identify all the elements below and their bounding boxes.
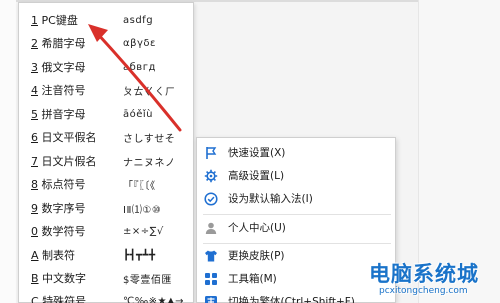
item-number: 0 [31,225,38,238]
menu-item-label: 设为默认输入法(I) [228,193,313,205]
item-label: 标点符号 [41,178,86,191]
item-sample: āóěǐù [123,108,154,120]
menu-item-label: 更换皮肤(P) [228,250,285,262]
menu-item-personal-center[interactable]: 个人中心(U) [197,216,397,239]
item-sample: ナニヌネノ [123,157,176,169]
item-number: A [31,249,39,262]
item-label: 特殊符号 [42,295,87,303]
item-label: 注音符号 [41,84,86,97]
soft-keyboard-item-math[interactable]: 0 数学符号 ±×÷∑√ [19,219,195,243]
item-number: 2 [31,37,38,50]
item-number: 5 [31,108,38,121]
item-number: 3 [31,61,38,74]
item-number: 8 [31,178,38,191]
item-label: PC键盘 [41,14,78,27]
item-label: 数学符号 [41,225,86,238]
toolbox-icon [205,273,217,285]
window-left-margin [0,0,16,303]
item-sample: ┣┫┳┻╋ [123,249,156,261]
item-label: 制表符 [42,249,76,262]
item-label: 日文平假名 [41,131,97,144]
item-sample: αβγδε [123,37,156,49]
soft-keyboard-item-greek[interactable]: 2 希腊字母 αβγδε [19,31,195,55]
item-label: 希腊字母 [41,37,86,50]
item-number: 7 [31,155,38,168]
item-label: 日文片假名 [41,155,97,168]
item-label: 俄文字母 [41,61,86,74]
site-watermark: 电脑系统城 pcxitongcheng.com [357,250,500,303]
item-sample: asdfg [123,14,154,26]
gear-icon [204,169,218,183]
item-label: 数字序号 [41,202,86,215]
menu-item-quick-settings[interactable]: 快速设置(X) [197,141,397,164]
watermark-title: 电脑系统城 [369,262,479,286]
user-icon [205,222,217,234]
soft-keyboard-item-box-drawing[interactable]: A 制表符 ┣┫┳┻╋ [19,243,195,267]
soft-keyboard-menu: 1 PC键盘 asdfg 2 希腊字母 αβγδε 3 俄文字母 абвгд 4… [18,2,194,303]
item-label: 拼音字母 [41,108,86,121]
menu-item-label: 快速设置(X) [228,147,286,159]
soft-keyboard-item-chinese-numerals[interactable]: B 中文数字 $零壹佰匯 [19,266,195,290]
traditional-icon [205,296,217,303]
soft-keyboard-item-pc[interactable]: 1 PC键盘 asdfg [19,8,195,32]
soft-keyboard-item-pinyin[interactable]: 5 拼音字母 āóěǐù [19,102,195,126]
flag-icon [206,147,217,159]
item-number: 6 [31,131,38,144]
item-sample: ⅠⅡ⑴①⑩ [123,204,162,216]
item-sample: 「『〖〔《 [123,180,156,192]
menu-separator [203,214,391,215]
item-sample: $零壹佰匯 [123,274,172,286]
item-sample: абвгд [123,61,156,73]
menu-item-label: 个人中心(U) [228,222,286,234]
menu-item-label: 高级设置(L) [228,170,285,182]
soft-keyboard-item-punctuation[interactable]: 8 标点符号 「『〖〔《 [19,172,195,196]
check-circle-icon [204,192,218,206]
item-number: 9 [31,202,38,215]
item-sample: ±×÷∑√ [123,225,164,237]
menu-item-label: 工具箱(M) [228,273,277,285]
item-sample: さしすせそ [123,133,176,145]
menu-item-set-default[interactable]: 设为默认输入法(I) [197,187,397,210]
item-sample: ℃‰※★▲→ [123,295,185,303]
item-label: 中文数字 [42,272,87,285]
item-sample: ㄆㄊㄍㄑㄏ [123,86,176,98]
watermark-url: pcxitongcheng.com [379,286,468,296]
menu-item-advanced-settings[interactable]: 高级设置(L) [197,164,397,187]
soft-keyboard-item-special-symbols[interactable]: C 特殊符号 ℃‰※★▲→ [19,289,195,303]
item-number: 1 [31,14,38,27]
soft-keyboard-item-russian[interactable]: 3 俄文字母 абвгд [19,55,195,79]
item-number: 4 [31,84,38,97]
skin-icon [205,250,217,262]
item-number: B [31,272,39,285]
item-number: C [31,295,39,303]
soft-keyboard-item-number-symbols[interactable]: 9 数字序号 ⅠⅡ⑴①⑩ [19,196,195,220]
soft-keyboard-item-zhuyin[interactable]: 4 注音符号 ㄆㄊㄍㄑㄏ [19,78,195,102]
menu-item-label: 切换为繁体(Ctrl+Shift+F) [228,296,355,303]
soft-keyboard-item-hiragana[interactable]: 6 日文平假名 さしすせそ [19,125,195,149]
soft-keyboard-item-katakana[interactable]: 7 日文片假名 ナニヌネノ [19,149,195,173]
